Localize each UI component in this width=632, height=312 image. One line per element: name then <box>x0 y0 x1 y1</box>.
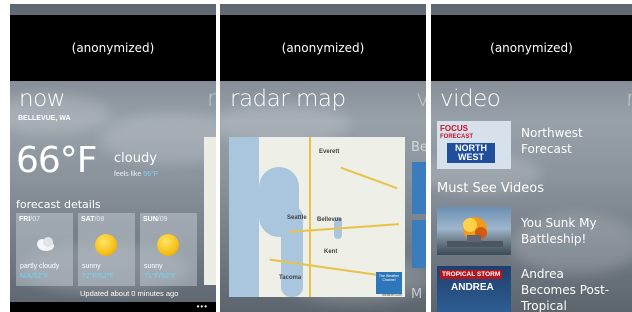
radar-map[interactable]: Seattle Bellevue Kent Tacoma Everett The… <box>229 137 405 297</box>
map-label: Tacoma <box>279 275 302 281</box>
carrier-label: (anonymized) <box>71 41 155 55</box>
next-pivot-tile[interactable] <box>412 162 426 214</box>
day-name: FRI <box>19 216 31 223</box>
map-label: Seattle <box>287 215 307 221</box>
video-title[interactable]: Northwest Forecast <box>521 125 583 157</box>
day-name: SAT <box>81 216 95 223</box>
next-pivot-map-preview[interactable] <box>204 137 216 285</box>
app-bar: ••• <box>10 302 216 312</box>
day-temps: 71°F/50°F <box>144 273 176 280</box>
feels-like-label: feels like <box>114 171 142 178</box>
location-label: BELLEVUE, WA <box>18 115 71 122</box>
phone-video-screen: (anonymized) video r FOCUS FORECAST NORT… <box>431 4 632 312</box>
phone-radar-screen: (anonymized) radar map v Seattle Bellevu… <box>220 4 426 312</box>
day-date: /08 <box>94 216 105 223</box>
video-title-line: Northwest <box>521 126 583 140</box>
status-bar: (anonymized) <box>220 15 426 81</box>
thumb-text: FORECAST <box>440 134 473 140</box>
current-condition: cloudy <box>114 151 157 166</box>
video-title-line: You Sunk My <box>521 216 597 230</box>
forecast-details-heading[interactable]: forecast details <box>16 198 101 211</box>
partly-cloudy-icon <box>33 234 55 256</box>
day-date: /09 <box>157 216 168 223</box>
pivot-header[interactable]: now r <box>19 86 216 112</box>
day-condition: sunny <box>82 263 101 270</box>
next-pivot-peek-text[interactable]: Be <box>411 140 426 155</box>
day-condition: sunny <box>144 263 163 270</box>
video-title-line: Battleship! <box>521 232 587 246</box>
day-condition: partly cloudy <box>20 263 60 270</box>
video-title-line: Tropical <box>521 299 567 312</box>
phone-now-screen: (anonymized) now r BELLEVUE, WA 66°F clo… <box>10 4 216 312</box>
sun-icon <box>95 234 117 256</box>
feels-like: feels like 66°F <box>114 171 158 178</box>
day-temps: 72°F/52°F <box>82 273 114 280</box>
video-title[interactable]: You Sunk My Battleship! <box>521 215 597 247</box>
status-bar: (anonymized) <box>431 15 632 81</box>
pivot-next-title[interactable]: r <box>626 86 632 112</box>
pivot-title-video[interactable]: video <box>440 86 501 112</box>
map-credit: weather.com <box>382 293 402 297</box>
screenshot-stage: (anonymized) now r BELLEVUE, WA 66°F clo… <box>0 0 632 312</box>
map-label: Bellevue <box>317 217 342 223</box>
pivot-header[interactable]: video r <box>440 86 632 112</box>
status-bar: (anonymized) <box>10 15 216 81</box>
day-name: SUN <box>143 216 158 223</box>
video-title[interactable]: Andrea Becomes Post- Tropical <box>521 266 609 312</box>
day-temps: N/A/52°F <box>20 273 49 280</box>
pivot-title-radar-map[interactable]: radar map <box>230 86 346 112</box>
next-pivot-tile[interactable] <box>412 220 426 268</box>
thumb-text: ANDREA <box>451 282 494 293</box>
carrier-label: (anonymized) <box>490 41 573 55</box>
updated-timestamp: Updated about 0 minutes ago <box>80 289 179 298</box>
pivot-header[interactable]: radar map v <box>230 86 426 112</box>
video-thumbnail[interactable]: FOCUS FORECAST NORTH WEST <box>437 121 511 169</box>
forecast-day-card[interactable]: FRI/07 partly cloudy N/A/52°F <box>16 213 73 286</box>
explosion-image <box>447 217 503 247</box>
current-temperature: 66°F <box>16 140 98 181</box>
forecast-day-card[interactable]: SAT/08 sunny 72°F/52°F <box>78 213 135 286</box>
sun-icon <box>157 234 179 256</box>
pivot-next-title[interactable]: r <box>207 86 216 112</box>
feels-like-value: 66°F <box>143 171 159 178</box>
thumb-text: NORTH WEST <box>447 143 495 163</box>
thumb-text: TROPICAL STORM <box>440 270 503 279</box>
day-date: /07 <box>30 216 41 223</box>
thumb-text: FOCUS <box>440 124 468 133</box>
video-thumbnail[interactable]: TROPICAL STORM ANDREA <box>437 266 511 312</box>
weather-channel-logo: The Weather Channel <box>376 272 402 294</box>
video-thumbnail[interactable] <box>437 207 511 255</box>
video-title-line: Andrea <box>521 267 564 281</box>
must-see-videos-heading: Must See Videos <box>437 181 545 196</box>
video-title-line: Becomes Post- <box>521 283 610 297</box>
map-label: Everett <box>319 149 340 155</box>
map-label: Kent <box>324 249 338 255</box>
pivot-next-title[interactable]: v <box>416 86 426 112</box>
carrier-label: (anonymized) <box>281 41 365 55</box>
pivot-title-now[interactable]: now <box>19 86 65 112</box>
forecast-day-card[interactable]: SUN/09 sunny 71°F/50°F <box>140 213 197 286</box>
more-menu-icon[interactable]: ••• <box>197 302 208 311</box>
next-pivot-peek-text[interactable]: M <box>411 287 422 302</box>
video-title-line: Forecast <box>521 142 572 156</box>
